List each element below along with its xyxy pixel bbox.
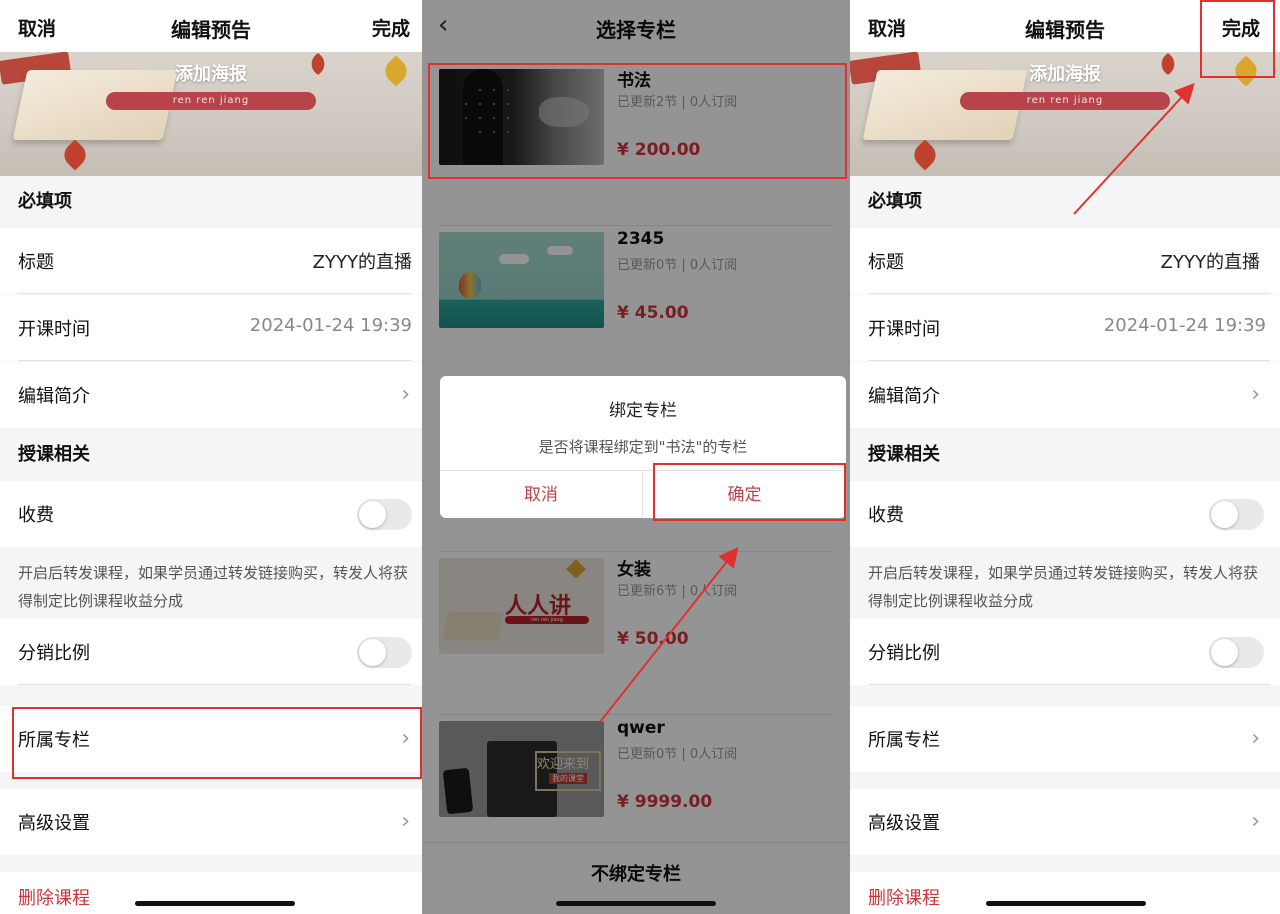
section-teaching: 授课相关 [18, 444, 90, 465]
title-label: 标题 [18, 252, 54, 273]
delete-row[interactable]: 删除课程 [850, 872, 1280, 914]
delete-course-button[interactable]: 删除课程 [868, 884, 940, 910]
title-row[interactable]: 标题 ZYYY的直播 [850, 228, 1280, 294]
annotation-box-selected-column [428, 63, 847, 179]
intro-row[interactable]: 编辑简介 › [850, 362, 1280, 428]
start-time-value: 2024-01-24 19:39 [249, 315, 412, 336]
annotation-box-column-row [12, 707, 422, 779]
intro-row[interactable]: 编辑简介 › [0, 362, 422, 428]
chevron-right-icon: › [1251, 809, 1260, 834]
advanced-row[interactable]: 高级设置 › [850, 789, 1280, 855]
section-teaching: 授课相关 [868, 444, 940, 465]
chevron-right-icon: › [401, 382, 410, 407]
fee-row: 收费 [0, 481, 422, 547]
annotation-box-done [1200, 0, 1275, 78]
start-time-row[interactable]: 开课时间 2024-01-24 19:39 [850, 295, 1280, 361]
home-indicator [135, 901, 295, 906]
distribution-hint: 开启后转发课程，如果学员通过转发链接购买，转发人将获得制定比例课程收益分成 [850, 547, 1280, 619]
leaf-decoration [909, 139, 941, 171]
edit-screen-right: 取消 编辑预告 完成 添加海报 ren ren jiang 必填项 标题 ZYY… [850, 0, 1280, 914]
ratio-toggle[interactable] [1209, 637, 1264, 668]
poster-badge: ren ren jiang [106, 92, 316, 110]
start-time-row[interactable]: 开课时间 2024-01-24 19:39 [0, 295, 422, 361]
intro-label: 编辑简介 [18, 386, 90, 407]
poster-badge: ren ren jiang [960, 92, 1170, 110]
fee-toggle[interactable] [357, 499, 412, 530]
divider [18, 293, 412, 294]
chevron-right-icon: › [401, 809, 410, 834]
ratio-row: 分销比例 [0, 619, 422, 685]
home-indicator [556, 901, 716, 906]
start-time-label: 开课时间 [868, 319, 940, 340]
section-required: 必填项 [868, 191, 922, 212]
ratio-row: 分销比例 [850, 619, 1280, 685]
chevron-right-icon: › [1251, 382, 1260, 407]
leaf-decoration [59, 139, 91, 171]
fee-label: 收费 [868, 505, 904, 526]
done-button[interactable]: 完成 [372, 14, 410, 41]
fee-row: 收费 [850, 481, 1280, 547]
fee-toggle[interactable] [1209, 499, 1264, 530]
dialog-message: 是否将课程绑定到"书法"的专栏 [538, 438, 748, 456]
start-time-value: 2024-01-24 19:39 [1103, 315, 1266, 336]
column-label: 所属专栏 [868, 730, 940, 751]
dialog-cancel-button[interactable]: 取消 [440, 471, 643, 518]
advanced-label: 高级设置 [18, 813, 90, 834]
delete-row[interactable]: 删除课程 [0, 872, 422, 914]
poster-title: 添加海报 [175, 64, 247, 85]
start-time-label: 开课时间 [18, 319, 90, 340]
advanced-row[interactable]: 高级设置 › [0, 789, 422, 855]
divider [18, 360, 412, 361]
dialog-title: 绑定专栏 [609, 401, 677, 421]
top-bar: 取消 编辑预告 完成 [0, 0, 422, 52]
column-row[interactable]: 所属专栏 › [850, 706, 1280, 772]
divider [18, 684, 412, 685]
distribution-hint: 开启后转发课程，如果学员通过转发链接购买，转发人将获得制定比例课程收益分成 [0, 547, 422, 619]
annotation-box-confirm [653, 463, 846, 521]
ratio-label: 分销比例 [18, 643, 90, 664]
chevron-right-icon: › [1251, 726, 1260, 751]
page-title: 编辑预告 [171, 18, 251, 42]
divider [868, 684, 1270, 685]
ratio-label: 分销比例 [868, 643, 940, 664]
title-value: ZYYY的直播 [1160, 252, 1260, 273]
delete-course-button[interactable]: 删除课程 [18, 884, 90, 910]
title-label: 标题 [868, 252, 904, 273]
divider [868, 293, 1270, 294]
title-value: ZYYY的直播 [312, 252, 412, 273]
title-row[interactable]: 标题 ZYYY的直播 [0, 228, 422, 294]
divider [868, 360, 1270, 361]
section-required: 必填项 [18, 191, 72, 212]
advanced-label: 高级设置 [868, 813, 940, 834]
ratio-toggle[interactable] [357, 637, 412, 668]
home-indicator [986, 901, 1146, 906]
intro-label: 编辑简介 [868, 386, 940, 407]
poster-upload[interactable]: 添加海报 ren ren jiang [0, 52, 422, 176]
fee-label: 收费 [18, 505, 54, 526]
